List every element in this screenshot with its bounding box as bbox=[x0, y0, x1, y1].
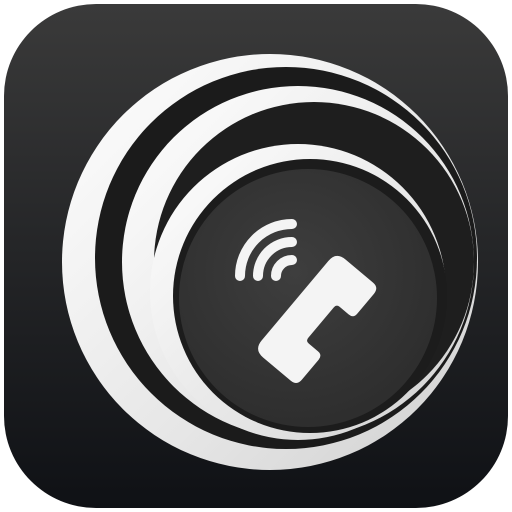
app-icon-graphic bbox=[4, 4, 508, 508]
phone-app-icon[interactable] bbox=[0, 0, 512, 512]
